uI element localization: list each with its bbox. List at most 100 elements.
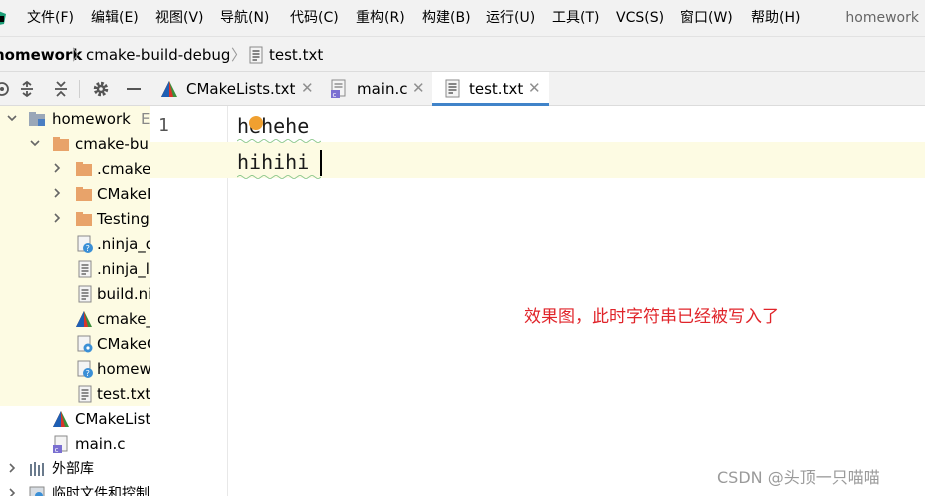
tree-item-root[interactable]: homework E <box>0 107 150 132</box>
close-icon[interactable]: ✕ <box>528 79 541 97</box>
code-line[interactable]: hehehe <box>237 113 309 139</box>
text-caret <box>320 150 322 176</box>
intention-bulb-icon[interactable] <box>249 116 263 130</box>
project-tree: homework E cmake-bui .cmake CMakeI Testi… <box>0 106 150 496</box>
chevron-down-icon[interactable] <box>29 136 41 150</box>
close-icon[interactable]: ✕ <box>412 79 425 97</box>
text-file-icon <box>445 79 460 98</box>
spelling-squiggle <box>237 139 321 143</box>
chevron-right-icon[interactable] <box>51 211 63 225</box>
breadcrumb-folder[interactable]: cmake-build-debug <box>86 46 230 64</box>
tree-item-file[interactable]: cmake_ <box>0 307 150 332</box>
text-file-icon <box>249 46 263 64</box>
tree-item-file[interactable]: ? homew <box>0 357 150 382</box>
tree-item-label: .ninja_d <box>97 235 150 253</box>
tree-item-file[interactable]: .ninja_lo <box>0 257 150 282</box>
tree-item-label: test.txt <box>97 385 150 403</box>
toolbar-divider <box>79 80 80 98</box>
folder-icon <box>76 187 92 201</box>
chevron-right-icon[interactable] <box>51 161 63 175</box>
tree-item-folder[interactable]: CMakeI <box>0 182 150 207</box>
tree-item-folder[interactable]: cmake-bui <box>0 132 150 157</box>
breadcrumb-separator: 〉 <box>231 46 247 64</box>
folder-icon <box>76 162 92 176</box>
text-file-icon <box>78 285 92 303</box>
tree-item-external-libraries[interactable]: 外部库 <box>0 457 150 482</box>
menu-help[interactable]: 帮助(H) <box>751 9 800 27</box>
library-icon <box>30 462 44 476</box>
expand-all-icon[interactable] <box>17 79 37 99</box>
unknown-file-icon: ? <box>77 235 93 253</box>
menu-edit[interactable]: 编辑(E) <box>91 9 139 27</box>
menu-refactor[interactable]: 重构(R) <box>356 9 405 27</box>
breadcrumb-separator: 〉 <box>72 46 88 64</box>
tree-item-scratches[interactable]: 临时文件和控制 <box>0 482 150 496</box>
svg-text:c: c <box>333 91 337 99</box>
tab-test-txt[interactable]: test.txt ✕ <box>432 72 549 106</box>
editor-tab-bar: CMakeLists.txt ✕ c main.c ✕ test.txt ✕ <box>150 72 925 106</box>
tree-item-label: CMakeC <box>97 335 150 353</box>
tab-main-c[interactable]: c main.c ✕ <box>320 72 432 105</box>
tree-item-label: build.ni <box>97 285 150 303</box>
cmake-icon <box>76 311 92 327</box>
menu-file[interactable]: 文件(F) <box>27 9 74 27</box>
tree-item-file[interactable]: CMakeC <box>0 332 150 357</box>
tree-item-label: CMakeList <box>75 410 150 428</box>
text-file-icon <box>78 260 92 278</box>
locate-icon[interactable] <box>0 79 12 99</box>
close-icon[interactable]: ✕ <box>301 79 314 97</box>
scratch-icon <box>29 486 45 496</box>
tree-item-file[interactable]: c main.c <box>0 432 150 457</box>
line-number: 1 <box>158 115 169 136</box>
text-file-icon <box>78 385 92 403</box>
menu-code[interactable]: 代码(C) <box>290 9 339 27</box>
app-logo-icon[interactable] <box>0 8 8 28</box>
collapse-all-icon[interactable] <box>51 79 71 99</box>
tree-item-file[interactable]: build.ni <box>0 282 150 307</box>
menu-navigate[interactable]: 导航(N) <box>220 9 269 27</box>
menu-vcs[interactable]: VCS(S) <box>616 9 664 27</box>
hide-icon[interactable] <box>124 79 144 99</box>
module-folder-icon <box>29 112 45 126</box>
code-line[interactable]: hihihi <box>237 149 309 175</box>
tree-item-file[interactable]: ? .ninja_d <box>0 232 150 257</box>
tree-item-label: homework <box>52 110 131 128</box>
spelling-squiggle <box>237 175 321 179</box>
c-file-icon: c <box>331 79 346 99</box>
cmake-icon <box>161 81 177 97</box>
chevron-down-icon[interactable] <box>6 111 18 125</box>
project-title: homework <box>845 10 919 26</box>
tree-item-folder[interactable]: .cmake <box>0 157 150 182</box>
menu-window[interactable]: 窗口(W) <box>680 9 733 27</box>
svg-text:?: ? <box>86 369 90 378</box>
tree-item-label: 临时文件和控制 <box>52 486 150 496</box>
svg-text:?: ? <box>86 244 90 253</box>
tree-item-file[interactable]: test.txt <box>0 382 150 407</box>
breadcrumb-project[interactable]: homework <box>0 46 82 64</box>
unknown-file-icon: ? <box>77 360 93 378</box>
menu-tools[interactable]: 工具(T) <box>552 9 599 27</box>
watermark: CSDN @头顶一只喵喵 <box>717 468 880 487</box>
chevron-right-icon[interactable] <box>51 186 63 200</box>
tree-item-path-hint: E <box>141 110 150 128</box>
tree-item-file[interactable]: CMakeList <box>0 407 150 432</box>
tab-cmakelists[interactable]: CMakeLists.txt ✕ <box>150 72 320 105</box>
chevron-right-icon[interactable] <box>6 486 18 496</box>
code-editor[interactable]: hehehe hihihi 效果图，此时字符串已经被写入了 CSDN @头顶一只… <box>150 106 925 496</box>
gear-icon[interactable] <box>91 79 111 99</box>
tree-item-label: cmake-bui <box>75 135 150 153</box>
svg-text:c: c <box>55 446 59 453</box>
project-toolbar <box>0 72 150 106</box>
menu-run[interactable]: 运行(U) <box>486 9 535 27</box>
tree-item-label: main.c <box>75 435 126 453</box>
menu-view[interactable]: 视图(V) <box>155 9 204 27</box>
tree-item-label: 外部库 <box>52 461 94 477</box>
tab-label: main.c <box>357 80 408 98</box>
tree-item-folder[interactable]: Testing <box>0 207 150 232</box>
breadcrumb-file[interactable]: test.txt <box>269 46 323 64</box>
c-file-icon: c <box>53 435 68 453</box>
menu-bar: 文件(F) 编辑(E) 视图(V) 导航(N) 代码(C) 重构(R) 构建(B… <box>0 0 925 36</box>
menu-build[interactable]: 构建(B) <box>422 9 471 27</box>
tab-label: CMakeLists.txt <box>186 80 296 98</box>
chevron-right-icon[interactable] <box>6 461 18 475</box>
